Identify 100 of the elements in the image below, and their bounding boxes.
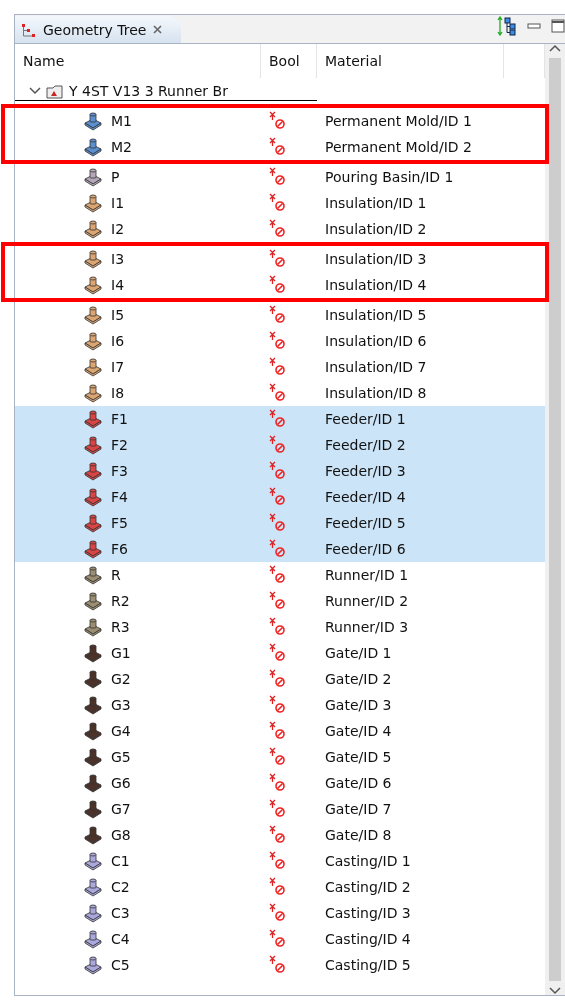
material-cell-text: Feeder/ID 4 [324,489,407,505]
tree-row[interactable]: G1 Gate/ID 1 [15,640,545,666]
chevron-icon[interactable] [29,84,41,97]
boolean-off-icon [269,512,285,531]
expand-tree-icon[interactable] [497,16,517,36]
boolean-off-icon [269,382,285,401]
tree-row[interactable]: F3 Feeder/ID 3 [15,458,545,484]
material-cell-text: Permanent Mold/ID 1 [324,113,473,129]
boolean-off-icon [269,356,285,375]
boolean-off-icon [269,274,285,293]
part-name: P [111,169,120,185]
material-cell-text: Runner/ID 1 [324,567,410,583]
part-name: R [111,567,121,583]
column-header[interactable]: Material [317,44,504,78]
column-header[interactable]: Bool [261,44,317,78]
part-name: F3 [111,463,128,479]
material-cell-text: Gate/ID 1 [324,645,393,661]
tree-row[interactable]: R Runner/ID 1 [15,562,545,588]
tree-row[interactable]: I1 Insulation/ID 1 [15,190,545,216]
column-header[interactable]: Name [15,44,261,78]
boolean-off-icon [269,694,285,713]
tree-row[interactable]: G2 Gate/ID 2 [15,666,545,692]
tree-row[interactable]: I5 Insulation/ID 5 [15,302,545,328]
tree-row[interactable]: F2 Feeder/ID 2 [15,432,545,458]
boolean-off-icon [269,590,285,609]
part-name: F2 [111,437,128,453]
maximize-icon[interactable] [551,19,565,33]
material-cell-text: Casting/ID 4 [324,931,412,947]
boolean-off-icon [269,408,285,427]
material-cell-text: Insulation/ID 4 [324,277,428,293]
boolean-off-icon [269,616,285,635]
part-name: I2 [111,221,125,237]
boolean-off-icon [269,642,285,661]
part-name: C1 [111,853,130,869]
material-cell-text: Insulation/ID 8 [324,385,428,401]
part-name: F4 [111,489,128,505]
tree-row[interactable]: M2 Permanent Mold/ID 2 [15,134,545,160]
close-icon[interactable] [152,24,164,35]
material-cell-text: Feeder/ID 3 [324,463,407,479]
tree-row[interactable]: G7 Gate/ID 7 [15,796,545,822]
tree-icon [21,21,37,38]
material-cell-text: Gate/ID 2 [324,671,393,687]
tree-row[interactable]: I8 Insulation/ID 8 [15,380,545,406]
tree-row[interactable]: I3 Insulation/ID 3 [15,246,545,272]
part-name: F5 [111,515,128,531]
vertical-scrollbar[interactable] [545,44,565,995]
material-cell-text: Gate/ID 5 [324,749,393,765]
material-cell-text: Runner/ID 2 [324,593,410,609]
tree-row[interactable]: F4 Feeder/ID 4 [15,484,545,510]
scroll-down-icon[interactable] [549,987,561,995]
boolean-off-icon [269,192,285,211]
tree-row[interactable]: F5 Feeder/ID 5 [15,510,545,536]
tree-row[interactable]: I7 Insulation/ID 7 [15,354,545,380]
tree-row[interactable]: G4 Gate/ID 4 [15,718,545,744]
tree-row[interactable]: C1 Casting/ID 1 [15,848,545,874]
tree-row[interactable]: C4 Casting/ID 4 [15,926,545,952]
tree-row[interactable]: C2 Casting/ID 2 [15,874,545,900]
part-name: F1 [111,411,128,427]
tree-row[interactable]: F1 Feeder/ID 1 [15,406,545,432]
boolean-off-icon [269,902,285,921]
part-name: R2 [111,593,130,609]
tree-row[interactable]: G8 Gate/ID 8 [15,822,545,848]
tree-row[interactable]: G3 Gate/ID 3 [15,692,545,718]
boolean-off-icon [269,166,285,185]
tree-row[interactable]: G6 Gate/ID 6 [15,770,545,796]
geometry-tree-tab[interactable]: Geometry Tree [15,16,182,43]
material-cell-text: Gate/ID 6 [324,775,393,791]
material-cell-text: Casting/ID 2 [324,879,412,895]
boolean-off-icon [269,304,285,323]
boolean-off-icon [269,486,285,505]
part-name: M1 [111,113,132,129]
tree-row[interactable]: R3 Runner/ID 3 [15,614,545,640]
part-name: I3 [111,251,125,267]
scroll-thumb[interactable] [549,58,561,981]
tree-row[interactable]: I4 Insulation/ID 4 [15,272,545,298]
boolean-off-icon [269,798,285,817]
tree-row[interactable]: C3 Casting/ID 3 [15,900,545,926]
part-name: G4 [111,723,131,739]
tree-row[interactable]: P Pouring Basin/ID 1 [15,164,545,190]
part-name: M2 [111,139,132,155]
scroll-up-icon[interactable] [549,44,561,52]
tree-row[interactable]: C5 Casting/ID 5 [15,952,545,978]
tree-item-label[interactable]: Y 4ST V13 3 Runner Br [69,82,228,99]
material-cell-text: Insulation/ID 2 [324,221,428,237]
boolean-off-icon [269,330,285,349]
tree-row[interactable]: I6 Insulation/ID 6 [15,328,545,354]
material-cell-text: Feeder/ID 6 [324,541,407,557]
boolean-off-icon [269,110,285,129]
boolean-off-icon [269,460,285,479]
minimize-icon[interactable] [527,23,541,29]
tree-row[interactable]: I2 Insulation/ID 2 [15,216,545,242]
part-name: F6 [111,541,128,557]
tree-row[interactable]: F6 Feeder/ID 6 [15,536,545,562]
tree-row[interactable]: G5 Gate/ID 5 [15,744,545,770]
material-cell-text: Insulation/ID 1 [324,195,428,211]
boolean-off-icon [269,136,285,155]
tree-row[interactable]: M1 Permanent Mold/ID 1 [15,108,545,134]
tree-row[interactable]: R2 Runner/ID 2 [15,588,545,614]
part-name: I5 [111,307,125,323]
material-cell-text: Pouring Basin/ID 1 [324,169,455,185]
